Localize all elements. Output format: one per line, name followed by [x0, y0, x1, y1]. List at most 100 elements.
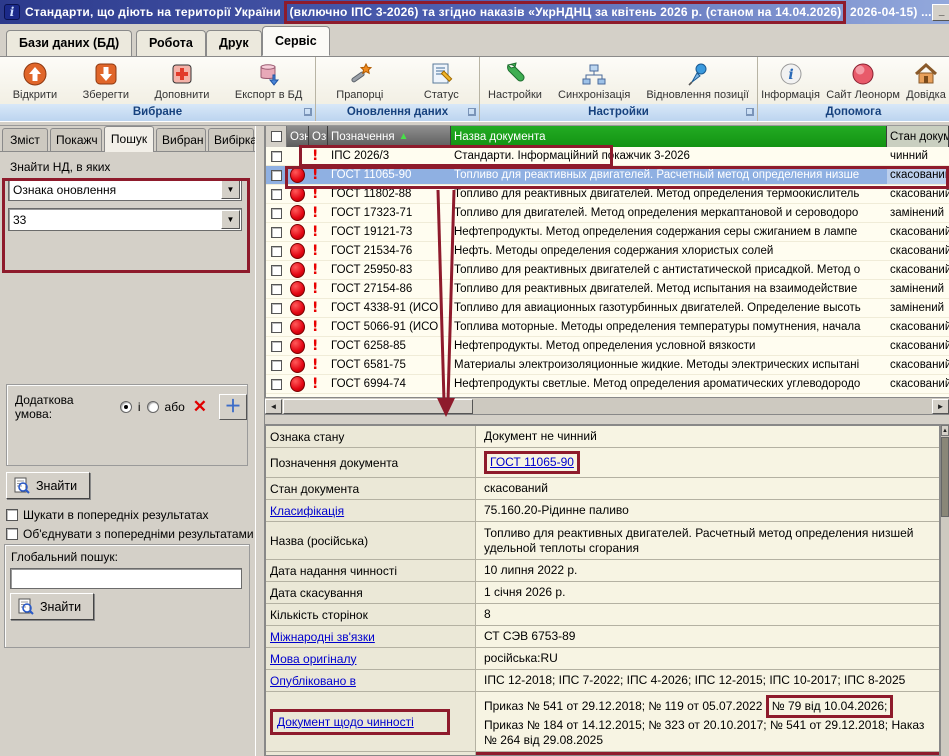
row-checkbox[interactable] [266, 375, 287, 393]
detail-value-link[interactable]: ГОСТ 11065-90 [490, 455, 574, 469]
group-dialog-launcher-icon[interactable] [304, 108, 312, 116]
table-row[interactable]: !ГОСТ 21534-76Нефть. Методы определения … [266, 242, 949, 261]
table-row[interactable]: !ГОСТ 5066-91 (ИСОТоплива моторные. Мето… [266, 318, 949, 337]
table-row[interactable]: !ГОСТ 4338-91 (ИСОТопливо для авиационны… [266, 299, 949, 318]
row-checkbox[interactable] [266, 185, 287, 203]
checkbox-icon[interactable] [271, 360, 282, 371]
sidebar-tab-contents[interactable]: Зміст [2, 128, 48, 151]
sync-button[interactable]: Синхронізація [555, 60, 633, 102]
append-button[interactable]: Доповнити [151, 60, 212, 102]
checkbox-icon[interactable] [271, 322, 282, 333]
group-dialog-launcher-icon[interactable] [746, 108, 754, 116]
row-checkbox[interactable] [266, 280, 287, 298]
row-checkbox[interactable] [266, 204, 287, 222]
detail-label-link[interactable]: Міжнародні зв'язки [270, 630, 375, 644]
table-row[interactable]: !ГОСТ 17323-71Топливо для двигателей. Ме… [266, 204, 949, 223]
table-row[interactable]: !ГОСТ 25950-83Топливо для реактивных дви… [266, 261, 949, 280]
table-row[interactable]: !ГОСТ 19121-73Нефтепродукты. Метод опред… [266, 223, 949, 242]
group-dialog-launcher-icon[interactable] [468, 108, 476, 116]
value-combobox[interactable]: 33 ▼ [8, 208, 242, 231]
table-row[interactable]: !ГОСТ 6581-75Материалы электроизоляционн… [266, 356, 949, 375]
scrollbar-thumb[interactable] [283, 399, 473, 414]
site-leonorm-button[interactable]: Сайт Леонорм [823, 60, 903, 102]
row-checkbox[interactable] [266, 318, 287, 336]
sidebar-tab-index[interactable]: Покажч [50, 128, 102, 151]
checkbox-icon[interactable] [271, 284, 282, 295]
row-checkbox[interactable] [266, 242, 287, 260]
chevron-down-icon[interactable]: ▼ [221, 210, 240, 229]
scroll-right-icon[interactable]: ► [932, 399, 949, 414]
table-row[interactable]: !ГОСТ 6258-85Нефтепродукты. Метод опреде… [266, 337, 949, 356]
tab-databases[interactable]: Бази даних (БД) [6, 30, 132, 56]
header-document-name[interactable]: Назва документа [451, 126, 887, 147]
scrollbar-thumb[interactable] [941, 437, 949, 517]
detail-label-link[interactable]: Опубліковано в [270, 674, 356, 688]
checkbox-icon[interactable] [271, 265, 282, 276]
select-all-header[interactable] [266, 126, 287, 147]
scroll-left-icon[interactable]: ◄ [265, 399, 282, 414]
row-checkbox[interactable] [266, 147, 287, 165]
radio-and[interactable] [120, 401, 132, 413]
global-search-input[interactable] [10, 568, 242, 589]
header-ozn1[interactable]: Озн [287, 126, 309, 147]
row-checkbox[interactable] [266, 166, 287, 184]
global-find-button[interactable]: Знайти [10, 593, 94, 620]
tab-print[interactable]: Друк [206, 30, 262, 56]
detail-label-link[interactable]: Класифікація [270, 504, 344, 518]
checkbox-icon[interactable] [271, 189, 282, 200]
table-row[interactable]: !ГОСТ 6994-74Нефтепродукты светлые. Мето… [266, 375, 949, 394]
sidebar-tab-selection[interactable]: Вибірка [208, 128, 254, 151]
detail-label-link[interactable]: Мова оригіналу [270, 652, 356, 666]
checkbox-icon[interactable] [271, 246, 282, 257]
criterion-combobox[interactable]: Ознака оновлення ▼ [8, 178, 242, 201]
information-button[interactable]: i Інформація [758, 60, 823, 102]
checkbox-icon[interactable] [271, 170, 282, 181]
tab-work[interactable]: Робота [136, 30, 206, 56]
search-previous-checkbox-row[interactable]: Шукати в попередніх результатах [6, 508, 254, 522]
restore-position-button[interactable]: Відновлення позиції [643, 60, 752, 102]
checkbox-icon[interactable] [271, 341, 282, 352]
add-condition-button[interactable]: ＋ [219, 394, 247, 420]
export-db-button[interactable]: Експорт в БД [232, 60, 305, 102]
tab-service[interactable]: Сервіс [262, 26, 330, 56]
checkbox-icon[interactable] [271, 151, 282, 162]
header-designation[interactable]: Позначення▲ [328, 126, 451, 147]
settings-button[interactable]: Настройки [485, 60, 545, 102]
table-row[interactable]: !ІПС 2026/3Стандарти. Інформаційний пока… [266, 147, 949, 166]
chevron-down-icon[interactable]: ▼ [221, 180, 240, 199]
save-button[interactable]: Зберегти [80, 60, 132, 102]
find-button[interactable]: Знайти [6, 472, 90, 499]
detail-label-link[interactable]: Документ щодо чинності [277, 715, 414, 729]
checkbox-icon[interactable] [271, 131, 282, 142]
checkbox-icon[interactable] [6, 509, 18, 521]
open-button[interactable]: Відкрити [10, 60, 60, 102]
details-vertical-scrollbar[interactable]: ▲ [940, 425, 949, 756]
table-row[interactable]: !ГОСТ 27154-86Топливо для реактивных дви… [266, 280, 949, 299]
table-horizontal-scrollbar[interactable]: ◄ ► [265, 397, 949, 414]
horizontal-splitter[interactable] [265, 414, 949, 425]
radio-or[interactable] [147, 401, 159, 413]
sidebar-tab-selected[interactable]: Вибран [156, 128, 206, 151]
vertical-splitter[interactable] [255, 126, 265, 756]
header-ozn2[interactable]: Озн [309, 126, 328, 147]
help-button[interactable]: Довідка [903, 60, 949, 102]
row-checkbox[interactable] [266, 337, 287, 355]
table-row[interactable]: !ГОСТ 11065-90Топливо для реактивных дви… [266, 166, 949, 185]
minimize-button[interactable]: _ [932, 4, 949, 21]
checkbox-icon[interactable] [271, 227, 282, 238]
table-row[interactable]: !ГОСТ 11802-88Топливо для реактивных дви… [266, 185, 949, 204]
checkbox-icon[interactable] [271, 303, 282, 314]
scroll-up-icon[interactable]: ▲ [941, 425, 949, 436]
checkbox-icon[interactable] [6, 528, 18, 540]
union-previous-checkbox-row[interactable]: Об'єднувати з попередніми результатами [6, 527, 254, 541]
checkbox-icon[interactable] [271, 208, 282, 219]
status-button[interactable]: Статус [421, 60, 462, 102]
row-checkbox[interactable] [266, 299, 287, 317]
row-checkbox[interactable] [266, 356, 287, 374]
checkbox-icon[interactable] [271, 379, 282, 390]
header-document-state[interactable]: Стан документа [887, 126, 949, 147]
sidebar-tab-search[interactable]: Пошук [104, 126, 154, 152]
delete-condition-icon[interactable]: ✕ [193, 400, 207, 414]
flags-button[interactable]: Прапорці [333, 60, 386, 102]
row-checkbox[interactable] [266, 261, 287, 279]
